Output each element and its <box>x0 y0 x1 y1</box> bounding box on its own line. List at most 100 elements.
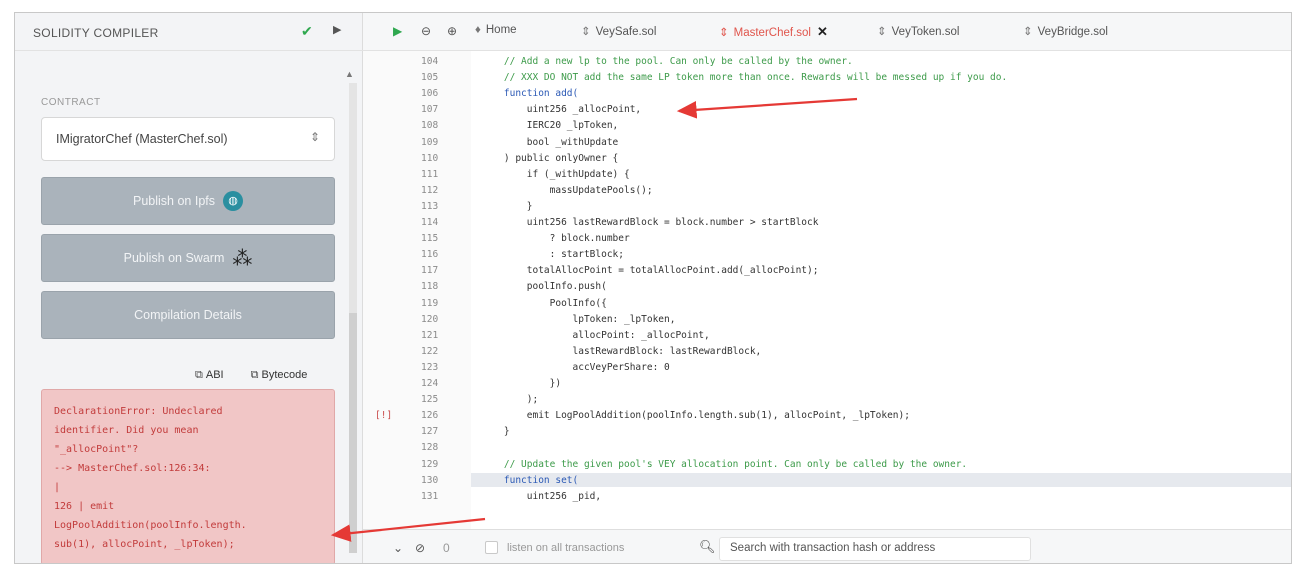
tab-veybridge[interactable]: ⇕ VeyBridge.sol <box>1023 24 1108 38</box>
line-number: 119 <box>421 297 439 309</box>
copy-abi-button[interactable]: ⧉ ABI <box>195 369 236 381</box>
code-line: : startBlock; <box>481 249 624 261</box>
line-number: 113 <box>421 200 439 212</box>
code-area[interactable]: // Add a new lp to the pool. Can only be… <box>471 51 1291 529</box>
code-line: massUpdatePools(); <box>481 184 653 196</box>
line-number: 131 <box>421 490 439 502</box>
code-line: // Update the given pool's VEY allocatio… <box>481 458 968 470</box>
code-line: }) <box>481 378 562 389</box>
contract-select[interactable]: IMigratorChef (MasterChef.sol) ⇕ <box>41 117 335 161</box>
line-number: 111 <box>421 168 439 180</box>
tab-veysafe[interactable]: ⇕ VeySafe.sol <box>581 24 656 38</box>
publish-swarm-label: Publish on Swarm <box>123 251 225 265</box>
contract-label: CONTRACT <box>41 97 101 108</box>
code-line: totalAllocPoint = totalAllocPoint.add(_a… <box>481 265 819 277</box>
compilation-details-button[interactable]: Compilation Details <box>41 291 335 339</box>
tab-label: VeySafe.sol <box>595 26 657 38</box>
select-caret-icon: ⇕ <box>309 130 320 144</box>
line-number: 120 <box>421 313 439 325</box>
home-icon: ♦ <box>475 24 481 36</box>
code-editor: ▶ ⊖ ⊕ ♦ Home ⇕ VeySafe.sol ⇕ MasterChef.sol… <box>363 13 1291 563</box>
compilation-details-label: Compilation Details <box>134 308 242 322</box>
line-number: 127 <box>421 426 439 438</box>
ipfs-icon: ◍ <box>223 191 243 211</box>
tab-label: VeyToken.sol <box>891 26 960 38</box>
code-line: bool _withUpdate <box>481 136 619 148</box>
code-line: // XXX DO NOT add the same LP token more… <box>481 72 1008 84</box>
scroll-up-icon[interactable]: ▲ <box>345 69 354 79</box>
publish-ipfs-button[interactable]: Publish on Ipfs ◍ <box>41 177 335 225</box>
line-number: 116 <box>421 249 439 261</box>
code-line: ); <box>481 394 539 406</box>
tab-veytoken[interactable]: ⇕ VeyToken.sol <box>877 24 959 38</box>
listen-all-label: listen on all transactions <box>507 542 625 554</box>
abi-label: ABI <box>205 369 224 381</box>
tab-home[interactable]: ♦ Home <box>475 24 517 36</box>
code-line: uint256 _pid, <box>481 490 602 502</box>
line-number: 126 <box>421 410 439 422</box>
line-number: 128 <box>421 442 439 454</box>
error-line: "_allocPoint"? <box>54 444 139 455</box>
listen-all-checkbox[interactable] <box>485 541 498 554</box>
solidity-compiler-panel: SOLIDITY COMPILER ✔ ▶ ▲ CONTRACT IMigrat… <box>15 13 363 563</box>
line-number: 123 <box>421 361 439 373</box>
code-line: function set( <box>481 474 579 486</box>
current-line-highlight <box>471 472 1291 487</box>
file-icon: ⇕ <box>719 27 729 39</box>
file-icon: ⇕ <box>1023 26 1033 38</box>
zoom-in-icon[interactable]: ⊕ <box>447 24 457 38</box>
line-number: 130 <box>421 474 439 486</box>
run-icon[interactable]: ▶ <box>393 24 402 38</box>
chevron-right-icon[interactable]: ▶ <box>333 23 341 36</box>
tab-label: VeyBridge.sol <box>1037 26 1108 38</box>
file-icon: ⇕ <box>877 26 887 38</box>
error-line: sub(1), allocPoint, _lpToken); <box>54 539 235 550</box>
transaction-search-input[interactable]: Search with transaction hash or address <box>719 537 1031 561</box>
compile-error-box[interactable]: DeclarationError: Undeclared identifier. … <box>41 389 335 563</box>
line-number: 115 <box>421 233 439 245</box>
line-number: 108 <box>421 120 439 132</box>
line-number: 114 <box>421 217 439 228</box>
close-icon[interactable]: ✕ <box>817 24 828 39</box>
code-line: lpToken: _lpToken, <box>481 313 676 325</box>
line-number: 110 <box>421 152 439 164</box>
line-number: 104 <box>421 56 439 67</box>
zoom-out-icon[interactable]: ⊖ <box>421 24 431 38</box>
code-line: ? block.number <box>481 233 630 245</box>
code-line: uint256 lastRewardBlock = block.number >… <box>481 217 819 228</box>
check-icon: ✔ <box>301 23 313 39</box>
tab-label: MasterChef.sol <box>733 27 811 39</box>
tab-masterchef[interactable]: ⇕ MasterChef.sol ✕ <box>719 24 828 40</box>
copy-icon: ⧉ <box>195 369 203 381</box>
line-number: 105 <box>421 72 439 84</box>
search-icon: 🔍︎ <box>699 539 716 554</box>
line-number: 129 <box>421 458 439 470</box>
code-line: IERC20 _lpToken, <box>481 120 619 132</box>
code-line: accVeyPerShare: 0 <box>481 361 670 373</box>
line-number: 124 <box>421 378 439 389</box>
line-number: 109 <box>421 136 439 148</box>
error-line: LogPoolAddition(poolInfo.length. <box>54 520 247 531</box>
copy-row: ⧉ ABI ⧉ Bytecode <box>195 369 331 382</box>
bytecode-label: Bytecode <box>261 369 308 381</box>
error-marker-icon[interactable]: [!] <box>375 410 392 421</box>
line-number-gutter: 104 105 106 107 108 109 110 111 112 113 114 115 116 1… <box>363 51 471 529</box>
error-line: | <box>54 482 61 493</box>
contract-select-value: IMigratorChef (MasterChef.sol) <box>56 132 228 146</box>
panel-header: SOLIDITY COMPILER ✔ ▶ <box>15 13 363 51</box>
collapse-icon[interactable]: ⌄ <box>393 541 403 555</box>
line-number: 106 <box>421 88 439 100</box>
code-line: } <box>481 200 533 212</box>
panel-scroll-thumb[interactable] <box>349 313 357 553</box>
publish-swarm-button[interactable]: Publish on Swarm ⁂ <box>41 234 335 282</box>
clear-icon[interactable]: ⊘ <box>415 541 425 555</box>
pending-count-icon: 0 <box>443 541 450 555</box>
line-number: 125 <box>421 394 439 406</box>
code-line: emit LogPoolAddition(poolInfo.length.sub… <box>481 410 910 422</box>
publish-ipfs-label: Publish on Ipfs <box>133 194 215 208</box>
line-number: 117 <box>421 265 439 277</box>
copy-bytecode-button[interactable]: ⧉ Bytecode <box>251 369 320 381</box>
editor-tabbar: ▶ ⊖ ⊕ ♦ Home ⇕ VeySafe.sol ⇕ MasterChef.sol… <box>363 13 1291 51</box>
line-number: 122 <box>421 345 439 357</box>
code-line: poolInfo.push( <box>481 281 607 293</box>
